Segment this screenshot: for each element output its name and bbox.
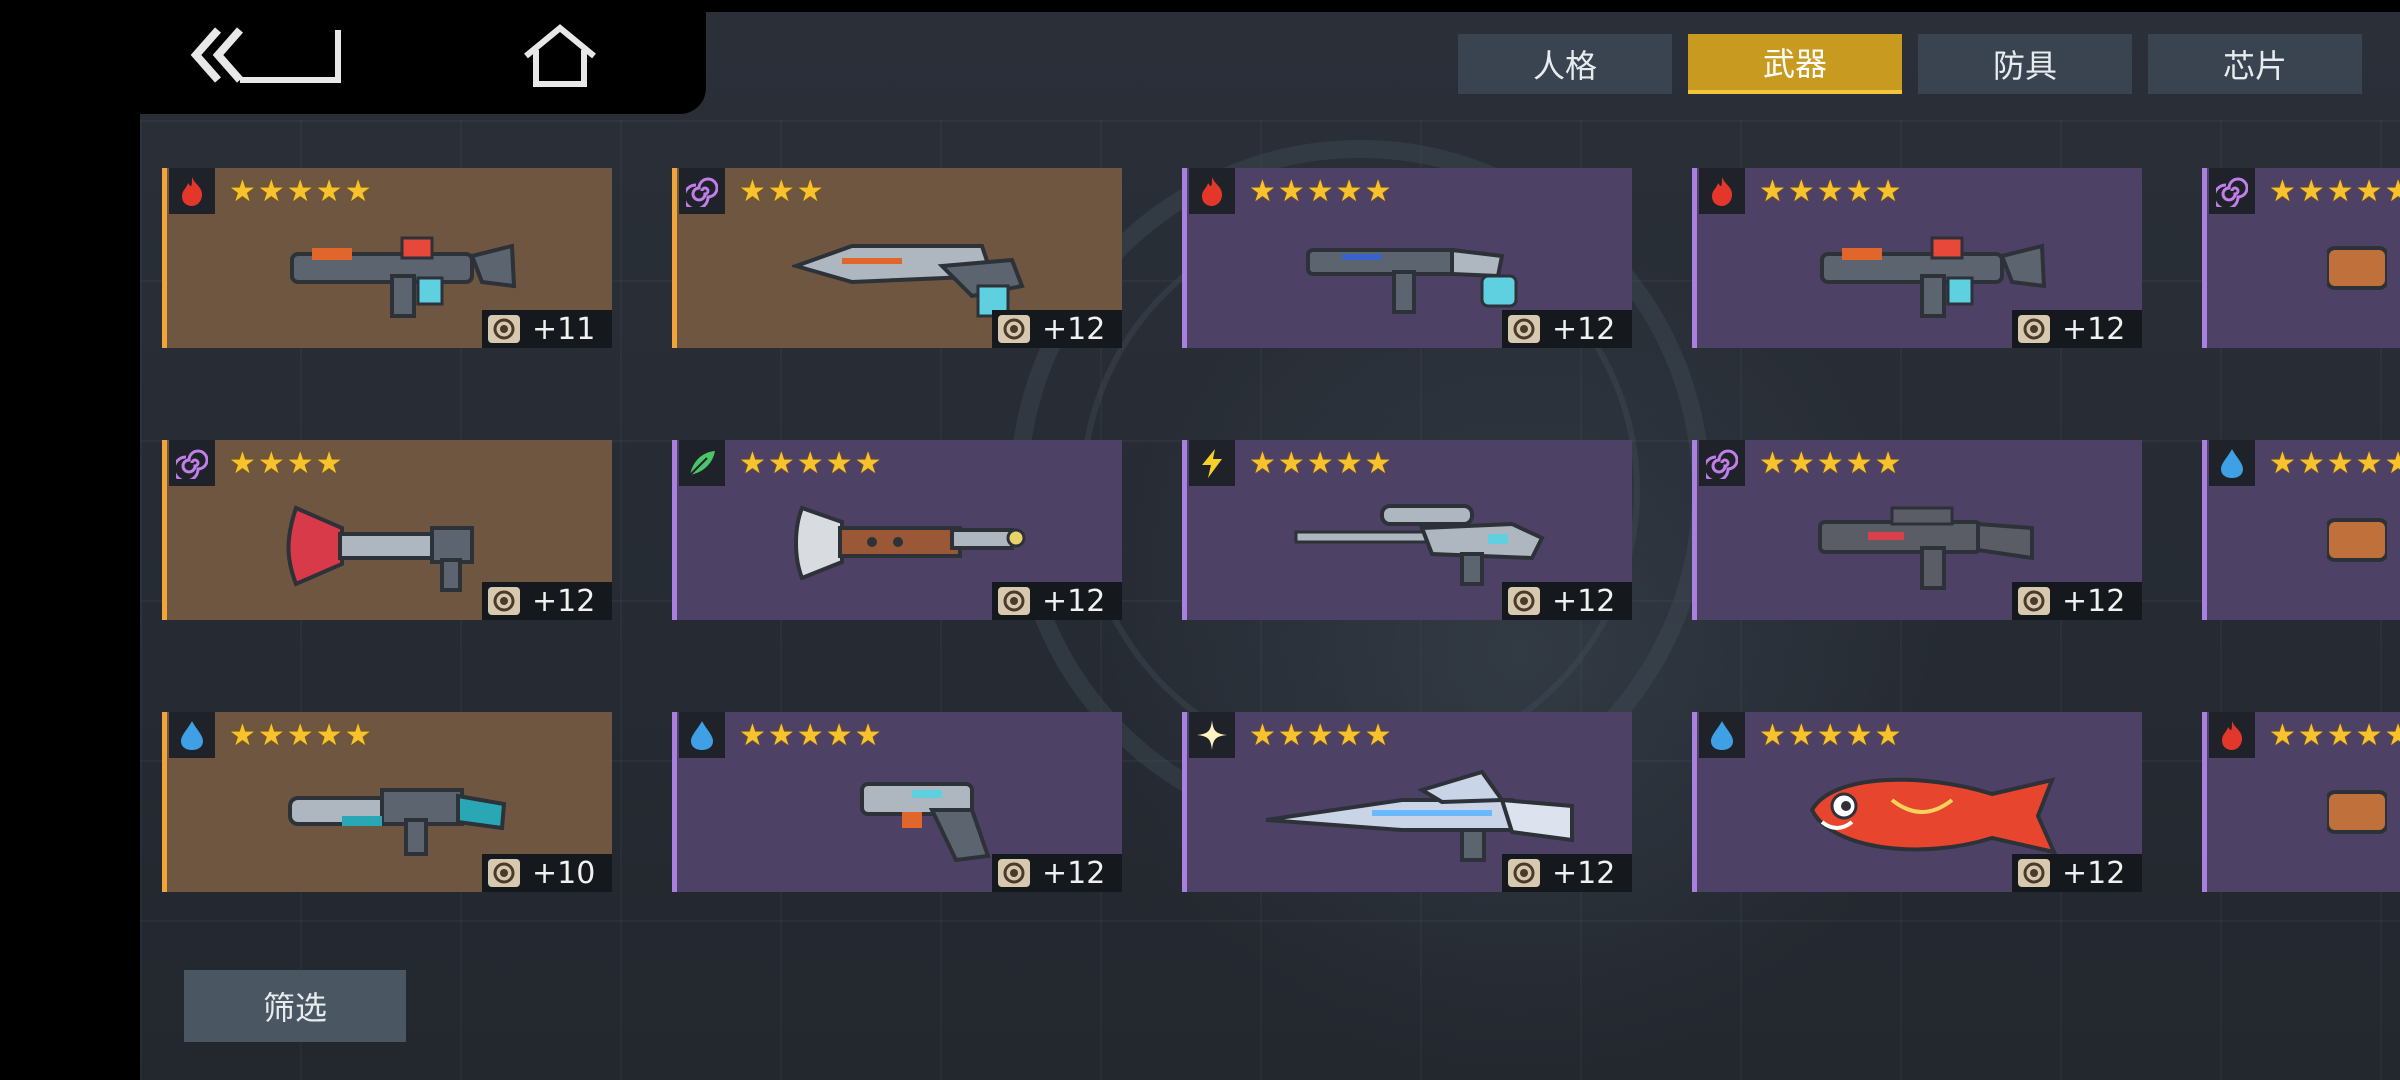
level-badge: +12: [1502, 582, 1632, 620]
weapon-card[interactable]: ★★★★★ +12: [1182, 712, 1632, 892]
level-text: +12: [2062, 855, 2126, 891]
weapon-inventory-screen: 人格 武器 防具 芯片 ★★★★★ +11 ★★★ +12 ★★★★★ +12 ★★★★★: [0, 0, 2400, 1080]
level-badge: +12: [992, 310, 1122, 348]
water-element-icon: [169, 712, 215, 758]
level-text: +12: [2062, 311, 2126, 347]
spiral-element-icon: [2209, 168, 2255, 214]
spiral-element-icon: [1699, 440, 1745, 486]
water-element-icon: [679, 712, 725, 758]
weapon-card[interactable]: ★★★★★: [2202, 712, 2400, 892]
home-icon: [524, 24, 596, 87]
star-rating: ★★★★★: [1249, 718, 1394, 753]
fire-element-icon: [169, 168, 215, 214]
top-nav-bar: [0, 0, 706, 114]
weapon-card[interactable]: ★★★★★ +12: [1692, 712, 2142, 892]
upgrade-token-icon: [2018, 859, 2050, 887]
level-badge: +11: [482, 310, 612, 348]
weapon-card[interactable]: ★★★★★ +10: [162, 712, 612, 892]
weapon-card[interactable]: ★★★★★ +12: [672, 712, 1122, 892]
weapon-art-partial: [2325, 772, 2389, 866]
level-badge: +12: [992, 854, 1122, 892]
weapon-card[interactable]: ★★★★★: [2202, 440, 2400, 620]
weapon-card[interactable]: ★★★★★ +11: [162, 168, 612, 348]
weapon-card[interactable]: ★★★★★ +12: [1692, 440, 2142, 620]
tab-1[interactable]: 武器: [1688, 34, 1902, 94]
weapon-card[interactable]: ★★★★★ +12: [672, 440, 1122, 620]
star-rating: ★★★★★: [1249, 174, 1394, 209]
upgrade-token-icon: [998, 859, 1030, 887]
fire-element-icon: [1699, 168, 1745, 214]
back-button[interactable]: [190, 20, 350, 90]
spiral-element-icon: [169, 440, 215, 486]
weapon-art-partial: [2325, 228, 2389, 322]
bolt-element-icon: [1189, 440, 1235, 486]
water-element-icon: [1699, 712, 1745, 758]
level-badge: +10: [482, 854, 612, 892]
weapon-card[interactable]: ★★★★ +12: [162, 440, 612, 620]
home-button[interactable]: [520, 22, 600, 92]
level-badge: +12: [992, 582, 1122, 620]
back-icon: [190, 27, 341, 83]
level-badge: +12: [2012, 854, 2142, 892]
level-text: +12: [1552, 311, 1616, 347]
tab-0[interactable]: 人格: [1458, 34, 1672, 94]
level-text: +12: [1042, 855, 1106, 891]
weapon-card[interactable]: ★★★★★ +12: [1182, 168, 1632, 348]
star-rating: ★★★★: [229, 446, 345, 481]
level-badge: +12: [1502, 854, 1632, 892]
star-rating: ★★★★★: [1759, 718, 1904, 753]
star-rating: ★★★★★: [739, 446, 884, 481]
level-badge: +12: [2012, 582, 2142, 620]
level-text: +10: [532, 855, 596, 891]
weapon-card[interactable]: ★★★★★ +12: [1692, 168, 2142, 348]
star-rating: ★★★★★: [739, 718, 884, 753]
water-element-icon: [2209, 440, 2255, 486]
spiral-element-icon: [679, 168, 725, 214]
tab-3[interactable]: 芯片: [2148, 34, 2362, 94]
star-element-icon: [1189, 712, 1235, 758]
upgrade-token-icon: [1508, 315, 1540, 343]
upgrade-token-icon: [488, 587, 520, 615]
upgrade-token-icon: [488, 315, 520, 343]
star-rating: ★★★★★: [2269, 446, 2400, 481]
weapon-card[interactable]: ★★★★★ +12: [1182, 440, 1632, 620]
filter-button[interactable]: 筛选: [184, 970, 406, 1042]
weapon-card[interactable]: ★★★★★: [2202, 168, 2400, 348]
upgrade-token-icon: [1508, 859, 1540, 887]
level-badge: +12: [1502, 310, 1632, 348]
weapon-card[interactable]: ★★★ +12: [672, 168, 1122, 348]
level-text: +12: [1042, 311, 1106, 347]
star-rating: ★★★★★: [229, 174, 374, 209]
upgrade-token-icon: [2018, 315, 2050, 343]
level-text: +12: [1042, 583, 1106, 619]
upgrade-token-icon: [1508, 587, 1540, 615]
fire-element-icon: [2209, 712, 2255, 758]
star-rating: ★★★★★: [1759, 446, 1904, 481]
level-text: +12: [1552, 583, 1616, 619]
level-badge: +12: [2012, 310, 2142, 348]
level-badge: +12: [482, 582, 612, 620]
left-margin: [0, 0, 140, 1080]
star-rating: ★★★★★: [2269, 718, 2400, 753]
star-rating: ★★★★★: [229, 718, 374, 753]
tab-2[interactable]: 防具: [1918, 34, 2132, 94]
level-text: +11: [532, 311, 596, 347]
upgrade-token-icon: [488, 859, 520, 887]
level-text: +12: [2062, 583, 2126, 619]
level-text: +12: [532, 583, 596, 619]
star-rating: ★★★★★: [2269, 174, 2400, 209]
leaf-element-icon: [679, 440, 725, 486]
star-rating: ★★★★★: [1759, 174, 1904, 209]
upgrade-token-icon: [998, 587, 1030, 615]
fire-element-icon: [1189, 168, 1235, 214]
upgrade-token-icon: [998, 315, 1030, 343]
star-rating: ★★★★★: [1249, 446, 1394, 481]
upgrade-token-icon: [2018, 587, 2050, 615]
weapon-art-partial: [2325, 500, 2389, 594]
star-rating: ★★★: [739, 174, 826, 209]
level-text: +12: [1552, 855, 1616, 891]
